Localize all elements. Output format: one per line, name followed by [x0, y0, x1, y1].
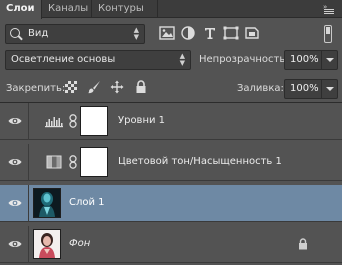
- layer-thumbnail[interactable]: [33, 229, 61, 259]
- fill-label: Заливка:: [237, 83, 284, 94]
- layer-filter-select[interactable]: Вид ▲ ▼: [5, 24, 145, 44]
- text-filter-icon[interactable]: [202, 26, 218, 40]
- layer-lock-icon[interactable]: [298, 238, 308, 250]
- select-arrows-icon: ▲ ▼: [179, 52, 185, 67]
- visibility-eye-icon[interactable]: [8, 198, 22, 208]
- select-arrows-icon: ▲ ▼: [133, 26, 139, 41]
- tab-channels[interactable]: Каналы: [42, 0, 92, 18]
- fill-value: 100%: [290, 83, 319, 94]
- layer-name[interactable]: Фон: [69, 238, 90, 249]
- fill-field[interactable]: 100%: [284, 79, 338, 99]
- tab-layers[interactable]: Слои: [0, 0, 42, 19]
- layers-list: Уровни 1 Цветовой тон/Насыщенность 1 Сло…: [0, 102, 342, 265]
- filter-toggle-switch[interactable]: [322, 24, 334, 44]
- filter-kind-label: Вид: [28, 28, 49, 39]
- layer-row[interactable]: Уровни 1: [0, 103, 342, 140]
- lock-image-icon[interactable]: [87, 80, 101, 94]
- layer-thumbnail[interactable]: [33, 188, 61, 218]
- lock-label: Закрепить:: [6, 83, 66, 94]
- layer-name[interactable]: Цветовой тон/Насыщенность 1: [118, 156, 282, 167]
- levels-icon: [44, 114, 64, 128]
- fill-dropdown-icon[interactable]: [321, 80, 337, 98]
- lock-position-icon[interactable]: [110, 80, 124, 94]
- layer-mask-thumbnail[interactable]: [80, 147, 108, 177]
- hue-saturation-icon: [44, 155, 64, 169]
- layer-row[interactable]: Цветовой тон/Насыщенность 1: [0, 144, 342, 181]
- opacity-dropdown-icon[interactable]: [321, 51, 337, 69]
- smart-object-filter-icon[interactable]: [244, 26, 260, 40]
- shape-filter-icon[interactable]: [223, 26, 239, 40]
- layers-panel: Слои Каналы Контуры » Вид ▲ ▼ Осветление …: [0, 0, 342, 265]
- lock-transparent-icon[interactable]: [64, 80, 78, 94]
- visibility-eye-icon[interactable]: [8, 116, 22, 126]
- layer-name[interactable]: Уровни 1: [118, 115, 165, 126]
- opacity-label: Непрозрачность:: [199, 54, 289, 65]
- lock-all-icon[interactable]: [134, 80, 148, 94]
- panel-tab-bar: Слои Каналы Контуры »: [0, 0, 342, 19]
- layer-row[interactable]: Фон: [0, 226, 342, 263]
- layer-mask-thumbnail[interactable]: [80, 106, 108, 136]
- panel-menu-icon[interactable]: »: [322, 2, 336, 16]
- blend-mode-select[interactable]: Осветление основы ▲ ▼: [5, 50, 191, 70]
- search-icon: [10, 28, 20, 38]
- link-chain-icon[interactable]: [69, 155, 77, 169]
- blend-mode-value: Осветление основы: [11, 54, 116, 65]
- opacity-value: 100%: [290, 54, 319, 65]
- tab-paths[interactable]: Контуры: [92, 0, 158, 18]
- adjustment-filter-icon[interactable]: [180, 26, 196, 40]
- visibility-eye-icon[interactable]: [8, 157, 22, 167]
- layer-name[interactable]: Слой 1: [69, 197, 105, 208]
- image-filter-icon[interactable]: [159, 26, 175, 40]
- layer-row-selected[interactable]: Слой 1: [0, 185, 342, 222]
- visibility-eye-icon[interactable]: [8, 239, 22, 249]
- opacity-field[interactable]: 100%: [284, 50, 338, 70]
- link-chain-icon[interactable]: [69, 114, 77, 128]
